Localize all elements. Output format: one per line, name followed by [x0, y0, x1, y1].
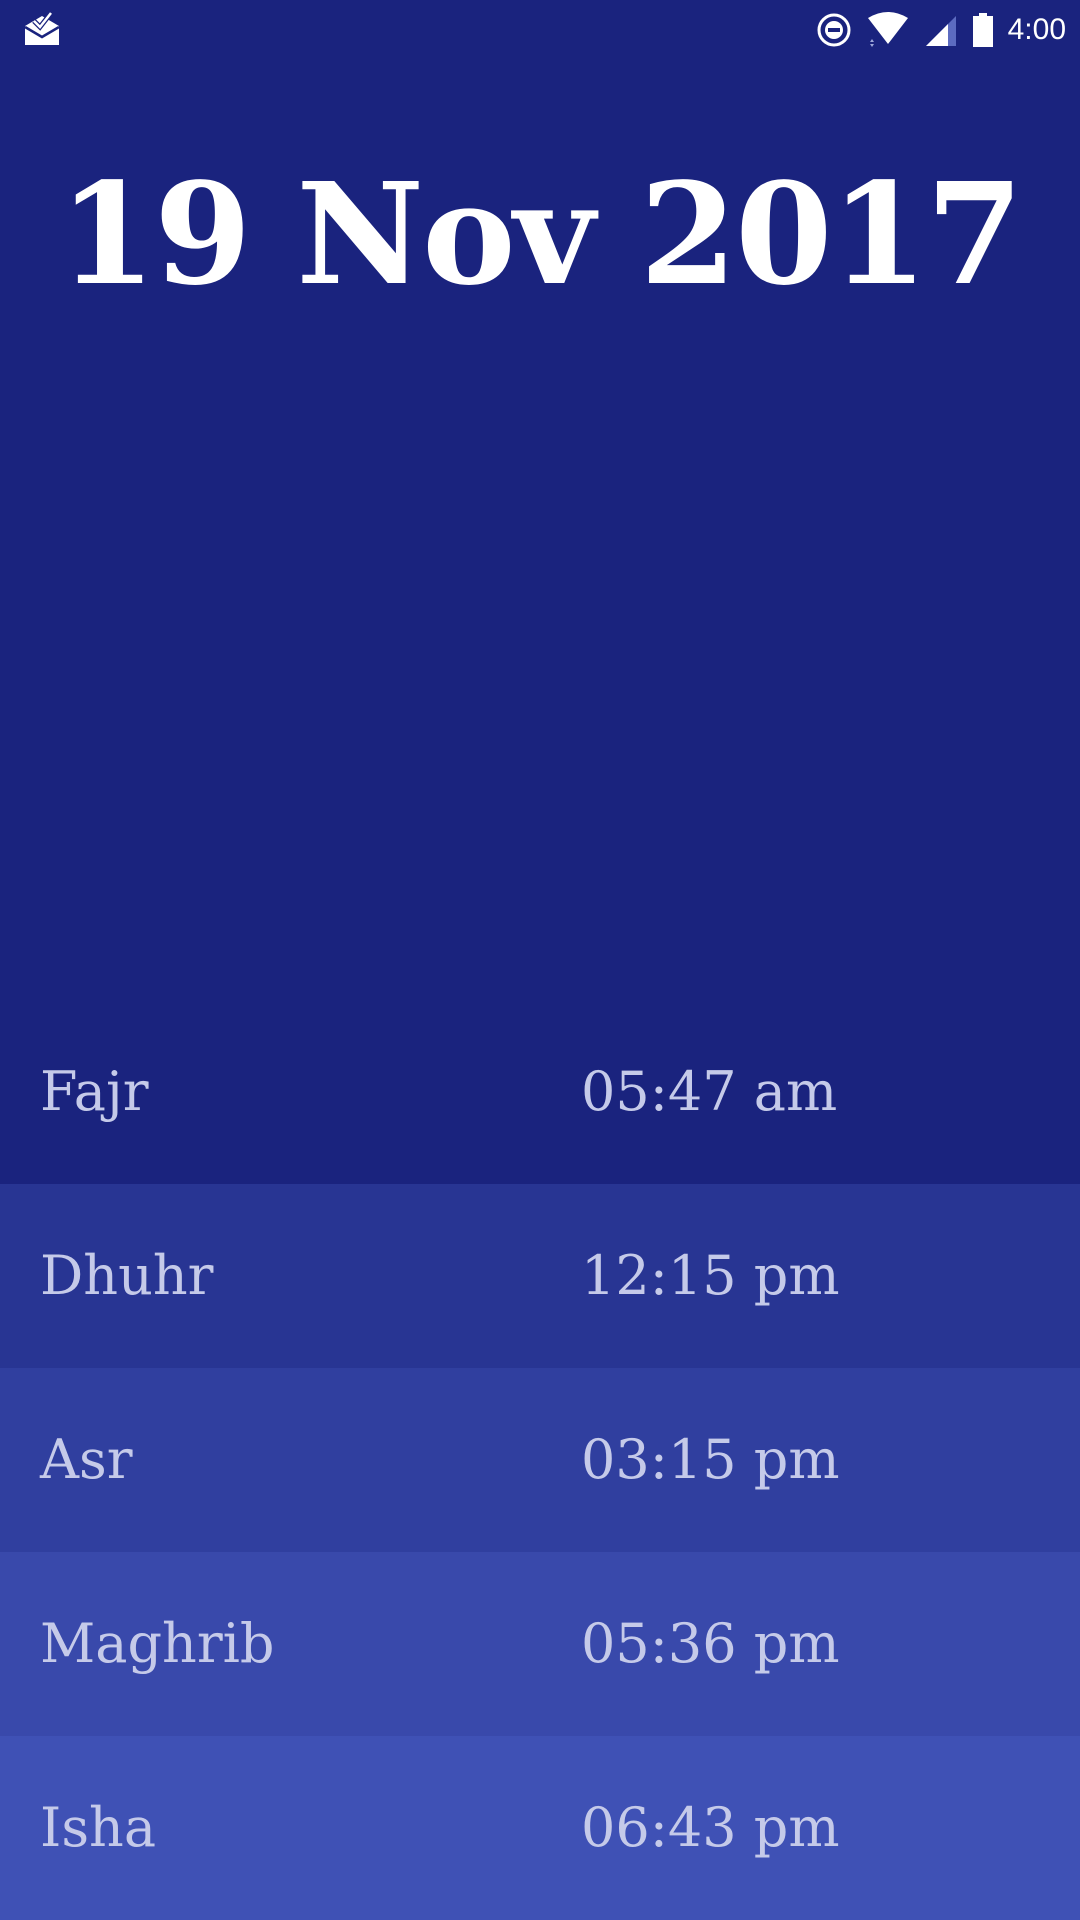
- prayer-times-screen: 4:00 19 Nov 2017 Fajr 05:47 am Dhuhr 12:…: [0, 0, 1080, 1920]
- wifi-icon: [866, 12, 910, 48]
- prayer-time: 06:43 pm: [581, 1796, 840, 1859]
- battery-icon: [972, 12, 994, 48]
- prayer-time: 05:36 pm: [581, 1612, 840, 1675]
- do-not-disturb-icon: [816, 12, 852, 48]
- prayer-row-fajr: Fajr 05:47 am: [0, 1000, 1080, 1184]
- prayer-name: Fajr: [40, 1060, 149, 1123]
- prayer-row-isha: Isha 06:43 pm: [0, 1736, 1080, 1920]
- prayer-row-dhuhr: Dhuhr 12:15 pm: [0, 1184, 1080, 1368]
- prayer-name: Isha: [40, 1796, 157, 1859]
- prayer-time: 03:15 pm: [581, 1428, 840, 1491]
- prayer-time: 05:47 am: [581, 1060, 838, 1123]
- status-time: 4:00: [1007, 13, 1066, 46]
- status-icons: 4:00: [816, 10, 1066, 50]
- prayer-row-asr: Asr 03:15 pm: [0, 1368, 1080, 1552]
- prayer-time: 12:15 pm: [581, 1244, 840, 1307]
- mail-check-icon: [24, 11, 60, 46]
- page-title: 19 Nov 2017: [58, 153, 1024, 317]
- cell-signal-icon: [924, 12, 958, 48]
- prayer-times-list: Fajr 05:47 am Dhuhr 12:15 pm Asr 03:15 p…: [0, 1000, 1080, 1920]
- prayer-name: Asr: [40, 1428, 133, 1491]
- status-bar: 4:00: [0, 0, 1080, 60]
- prayer-name: Maghrib: [40, 1612, 275, 1675]
- prayer-name: Dhuhr: [40, 1244, 214, 1307]
- prayer-row-maghrib: Maghrib 05:36 pm: [0, 1552, 1080, 1736]
